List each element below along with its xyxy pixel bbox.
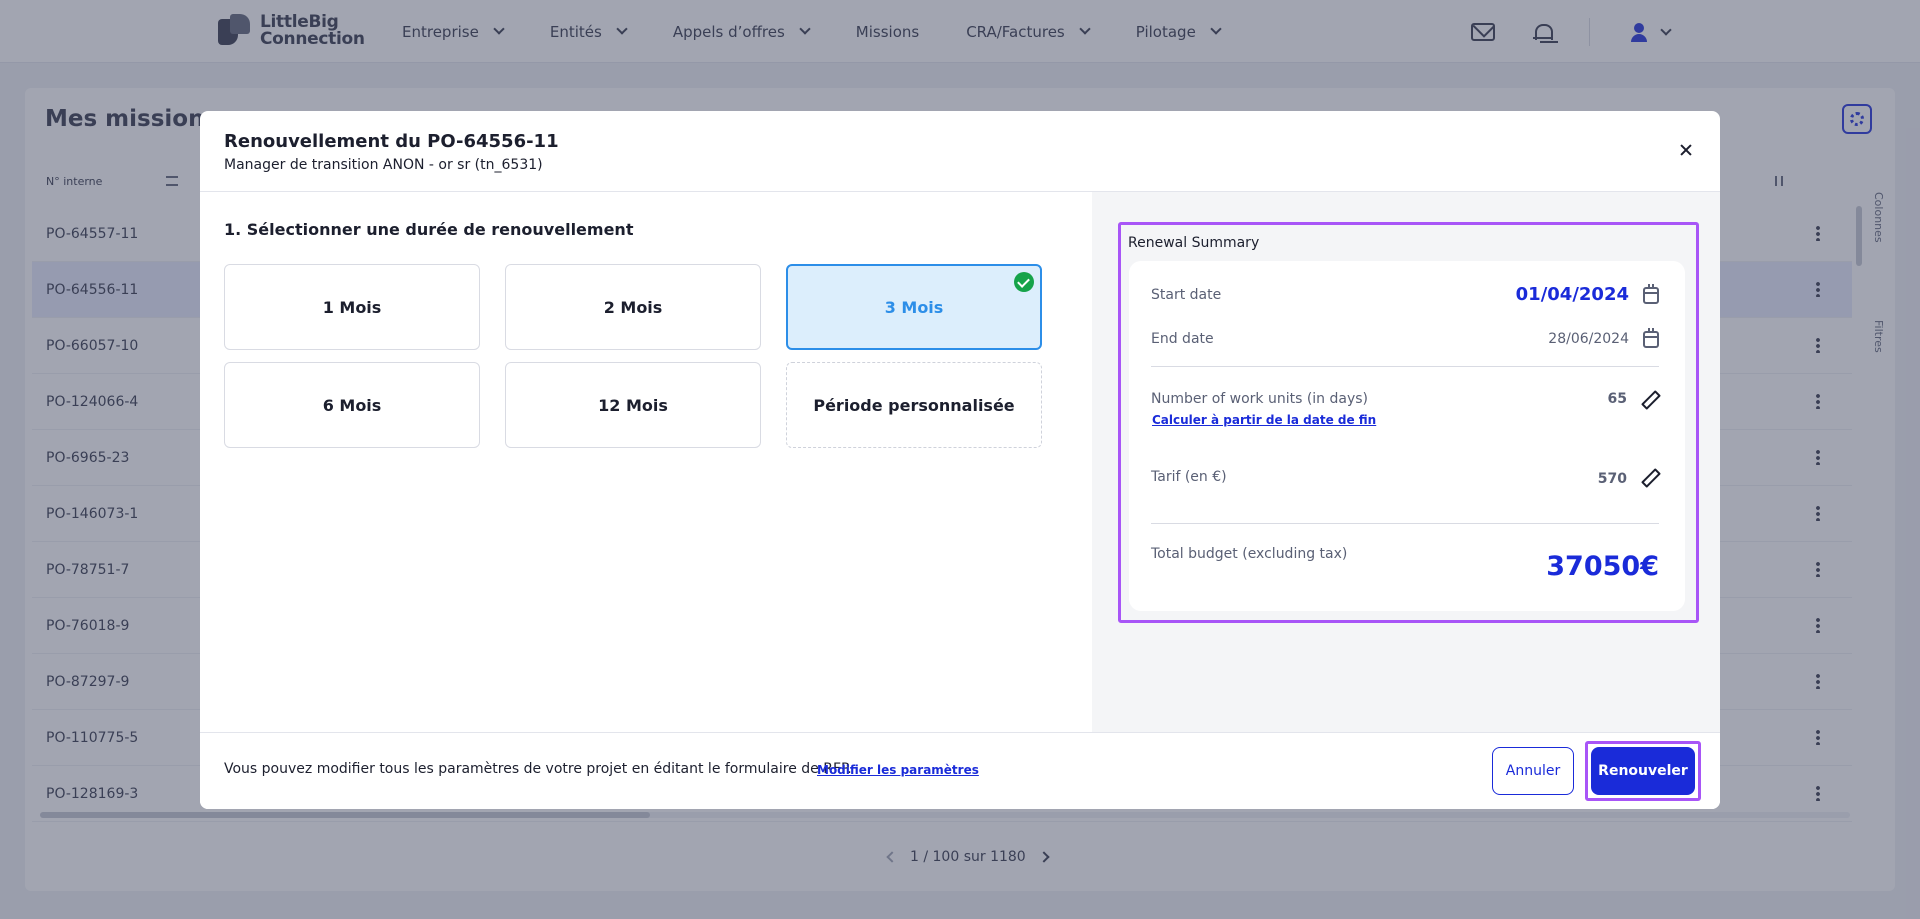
- renewal-modal: Renouvellement du PO-64556-11 Manager de…: [200, 111, 1720, 809]
- modal-header: Renouvellement du PO-64556-11 Manager de…: [200, 111, 1720, 192]
- footer-info-text: Vous pouvez modifier tous les paramètres…: [224, 761, 852, 777]
- modal-title: Renouvellement du PO-64556-11: [224, 131, 559, 152]
- check-circle-icon: [1014, 272, 1034, 292]
- edit-parameters-link[interactable]: Modifier les paramètres: [817, 763, 979, 777]
- duration-option-3-months[interactable]: 3 Mois: [786, 264, 1042, 350]
- modal-footer: Vous pouvez modifier tous les paramètres…: [200, 732, 1720, 809]
- end-date-value[interactable]: 28/06/2024: [1548, 331, 1629, 347]
- total-budget-value: 37050€: [1546, 551, 1659, 582]
- rate-label: Tarif (en €): [1151, 469, 1227, 485]
- summary-heading: Renewal Summary: [1128, 235, 1260, 251]
- start-date-label: Start date: [1151, 287, 1222, 303]
- work-units-value: 65: [1607, 391, 1627, 407]
- total-budget-label: Total budget (excluding tax): [1151, 546, 1348, 562]
- end-date-label: End date: [1151, 331, 1214, 347]
- renew-button[interactable]: Renouveler: [1591, 747, 1695, 795]
- duration-option-6-months[interactable]: 6 Mois: [224, 362, 480, 448]
- renewal-summary-pane: Renewal Summary Start date 01/04/2024 En…: [1092, 192, 1720, 732]
- start-date-value[interactable]: 01/04/2024: [1516, 284, 1629, 305]
- duration-option-custom-period[interactable]: Période personnalisée: [786, 362, 1042, 448]
- section-title: 1. Sélectionner une durée de renouvellem…: [224, 220, 634, 239]
- edit-pencil-icon[interactable]: [1641, 391, 1657, 407]
- calendar-icon[interactable]: [1643, 328, 1659, 348]
- duration-option-12-months[interactable]: 12 Mois: [505, 362, 761, 448]
- divider: [1151, 523, 1659, 524]
- duration-option-2-months[interactable]: 2 Mois: [505, 264, 761, 350]
- divider: [1151, 366, 1659, 367]
- calculate-from-end-date-link[interactable]: Calculer à partir de la date de fin: [1152, 413, 1376, 427]
- edit-pencil-icon[interactable]: [1641, 469, 1657, 485]
- modal-subtitle: Manager de transition ANON - or sr (tn_6…: [224, 157, 543, 173]
- calendar-icon[interactable]: [1643, 284, 1659, 304]
- close-icon[interactable]: [1678, 142, 1694, 158]
- summary-card: Start date 01/04/2024 End date 28/06/202…: [1129, 261, 1685, 611]
- duration-selection-pane: 1. Sélectionner une durée de renouvellem…: [200, 192, 1092, 732]
- rate-value: 570: [1597, 471, 1627, 487]
- duration-option-1-month[interactable]: 1 Mois: [224, 264, 480, 350]
- cancel-button[interactable]: Annuler: [1492, 747, 1574, 795]
- work-units-label: Number of work units (in days): [1151, 391, 1369, 407]
